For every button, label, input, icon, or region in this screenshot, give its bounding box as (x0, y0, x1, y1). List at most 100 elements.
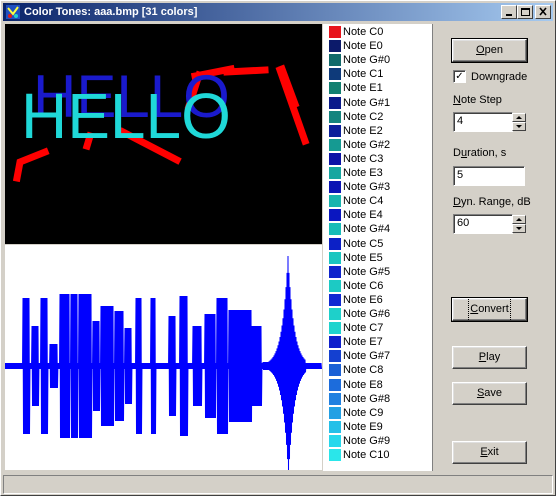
dyn-range-up-button[interactable] (512, 215, 526, 224)
palette-swatch (329, 237, 341, 250)
palette-swatch (329, 322, 341, 335)
note-step-spinner[interactable]: 4 (453, 112, 526, 132)
palette-item[interactable]: Note G#7 (329, 349, 390, 363)
exit-button[interactable]: Exit (452, 441, 527, 464)
palette-item[interactable]: Note E5 (329, 251, 383, 265)
palette-label: Note E4 (343, 209, 383, 222)
palette-swatch (329, 265, 341, 278)
palette-item[interactable]: Note C3 (329, 152, 383, 166)
palette-swatch (329, 26, 341, 38)
save-button[interactable]: Save (452, 382, 527, 405)
palette-label: Note C7 (343, 322, 384, 335)
palette-label: Note C6 (343, 279, 384, 292)
duration-label: Duration, s (453, 147, 507, 159)
palette-item[interactable]: Note G#8 (329, 392, 390, 406)
close-icon (539, 7, 547, 16)
palette-label: Note C8 (343, 364, 384, 377)
palette-swatch (329, 138, 341, 151)
dyn-range-spinner[interactable]: 60 (453, 214, 526, 234)
convert-button[interactable]: Convert (451, 297, 528, 322)
palette-swatch (329, 209, 341, 222)
check-icon: ✓ (455, 70, 464, 82)
palette-swatch (329, 308, 341, 320)
palette-swatch (329, 110, 341, 123)
downgrade-checkbox[interactable]: ✓ Downgrade (453, 70, 527, 83)
palette-label: Note G#4 (343, 223, 391, 236)
palette-item[interactable]: Note C6 (329, 279, 383, 293)
palette-item[interactable]: Note C8 (329, 363, 383, 377)
palette-swatch (329, 449, 341, 461)
palette-item[interactable]: Note G#1 (329, 96, 390, 110)
palette-item[interactable]: Note C2 (329, 110, 383, 124)
palette-swatch (329, 420, 341, 433)
palette-label: Note G#5 (343, 265, 391, 278)
minimize-button[interactable] (501, 5, 517, 19)
palette-label: Note E3 (343, 167, 383, 179)
palette-item[interactable]: Note C0 (329, 25, 383, 39)
palette-item[interactable]: Note G#9 (329, 434, 390, 448)
palette-label: Note G#8 (343, 392, 391, 405)
palette-label: Note C10 (343, 449, 390, 461)
palette-item[interactable]: Note E2 (329, 124, 383, 138)
image-text-front: HELLO (21, 80, 231, 152)
palette-label: Note E5 (343, 251, 383, 264)
palette-label: Note C3 (343, 152, 384, 165)
downgrade-check-box[interactable]: ✓ (453, 70, 466, 83)
palette-item[interactable]: Note E3 (329, 166, 383, 180)
note-step-down-button[interactable] (512, 122, 526, 131)
palette-label: Note C5 (343, 237, 384, 250)
palette-label: Note E7 (343, 336, 383, 349)
palette-swatch (329, 40, 341, 53)
up-arrow-icon (516, 218, 522, 221)
palette-item[interactable]: Note C10 (329, 448, 389, 462)
palette-swatch (329, 223, 341, 236)
palette-item[interactable]: Note C9 (329, 406, 383, 420)
image-preview: HELLO HELLO (5, 24, 322, 244)
palette-swatch (329, 195, 341, 208)
palette-swatch (329, 167, 341, 179)
palette-item[interactable]: Note E8 (329, 378, 383, 392)
palette-swatch (329, 68, 341, 81)
title-bar[interactable]: Color Tones: aaa.bmp [31 colors] (3, 3, 553, 21)
palette-swatch (329, 96, 341, 109)
palette-item[interactable]: Note G#2 (329, 138, 390, 152)
maximize-button[interactable] (517, 5, 533, 19)
palette-item[interactable]: Note E1 (329, 81, 383, 95)
palette-item[interactable]: Note G#4 (329, 222, 390, 236)
palette-swatch (329, 406, 341, 419)
close-button[interactable] (535, 5, 551, 19)
palette-label: Note G#0 (343, 54, 391, 67)
palette-item[interactable]: Note C5 (329, 237, 383, 251)
open-button[interactable]: Open (451, 38, 528, 63)
palette-swatch (329, 364, 341, 377)
palette-label: Note C9 (343, 406, 384, 419)
palette-item[interactable]: Note E9 (329, 420, 383, 434)
palette-label: Note C4 (343, 195, 384, 208)
note-step-input[interactable]: 4 (453, 112, 513, 132)
palette-item[interactable]: Note G#3 (329, 180, 390, 194)
palette-label: Note G#9 (343, 434, 391, 447)
palette-item[interactable]: Note C7 (329, 321, 383, 335)
palette-item[interactable]: Note E0 (329, 39, 383, 53)
palette-item[interactable]: Note C4 (329, 194, 383, 208)
window-title: Color Tones: aaa.bmp [31 colors] (24, 6, 198, 18)
play-button[interactable]: Play (452, 346, 527, 369)
down-arrow-icon (516, 227, 522, 230)
palette-item[interactable]: Note C1 (329, 67, 383, 81)
note-step-up-button[interactable] (512, 113, 526, 122)
palette-label: Note G#1 (343, 96, 391, 109)
palette-item[interactable]: Note G#5 (329, 265, 390, 279)
color-palette-list[interactable]: Note C0 Note E0 Note G#0 Note C1 Note E1 Note… (323, 24, 433, 471)
palette-item[interactable]: Note E6 (329, 293, 383, 307)
dyn-range-input[interactable]: 60 (453, 214, 513, 234)
duration-input[interactable]: 5 (453, 166, 525, 186)
palette-item[interactable]: Note G#0 (329, 53, 390, 67)
palette-swatch (329, 392, 341, 405)
dyn-range-label: Dyn. Range, dB (453, 196, 531, 208)
palette-item[interactable]: Note G#6 (329, 307, 390, 321)
palette-item[interactable]: Note E7 (329, 335, 383, 349)
downgrade-label: Downgrade (471, 70, 528, 83)
palette-item[interactable]: Note E4 (329, 208, 383, 222)
dyn-range-down-button[interactable] (512, 224, 526, 233)
palette-label: Note G#6 (343, 308, 391, 320)
